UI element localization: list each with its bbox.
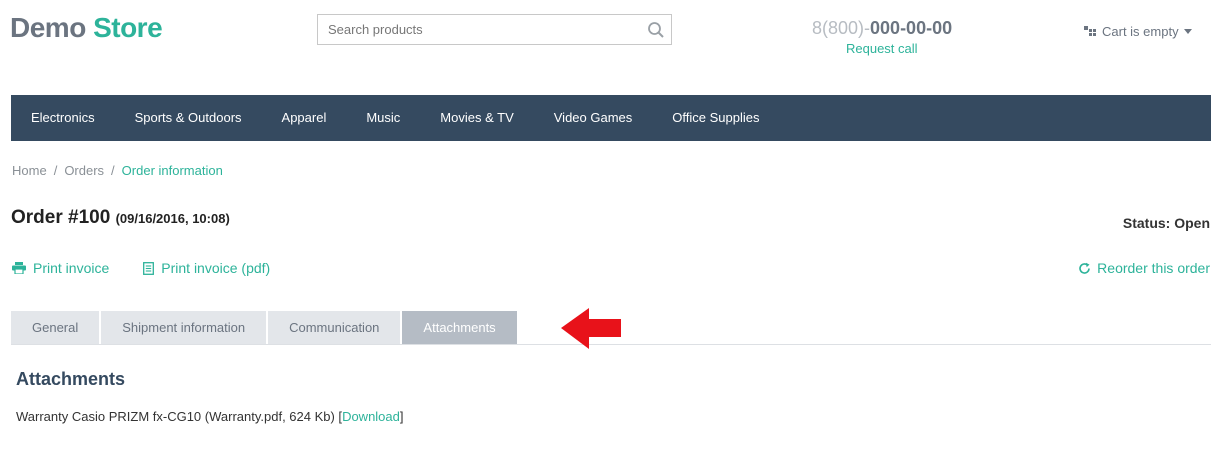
breadcrumb-separator: / [53,163,58,178]
printer-icon [12,262,26,274]
nav-item-electronics[interactable]: Electronics [11,95,115,141]
nav-item-movies-tv[interactable]: Movies & TV [420,95,533,141]
tab-shipment-information[interactable]: Shipment information [101,311,267,344]
cart-icon [1084,26,1096,36]
order-title: Order #100 (09/16/2016, 10:08) [11,207,230,229]
attachment-description: Warranty Casio PRIZM fx-CG10 (Warranty.p… [16,409,343,424]
logo-text-store: Store [93,12,163,43]
nav-item-apparel[interactable]: Apparel [262,95,347,141]
tab-general[interactable]: General [11,311,100,344]
breadcrumb-home[interactable]: Home [12,163,47,178]
phone-digits: 000-00-00 [870,18,953,38]
order-date: (09/16/2016, 10:08) [115,211,230,226]
reorder-link[interactable]: Reorder this order [1078,260,1210,276]
phone-number: 8(800)-000-00-00 [812,18,952,39]
search-box[interactable] [317,14,672,45]
breadcrumb-separator: / [111,163,115,178]
nav-item-video-games[interactable]: Video Games [534,95,653,141]
document-icon [143,261,155,275]
nav-item-music[interactable]: Music [346,95,420,141]
request-call-link[interactable]: Request call [846,41,918,56]
order-number: Order #100 [11,207,111,228]
annotation-arrow-icon [561,308,621,349]
print-invoice-link[interactable]: Print invoice [12,260,109,276]
print-invoice-pdf-label: Print invoice (pdf) [161,260,271,276]
breadcrumb: Home / Orders / Order information [12,163,223,178]
attachment-item: Warranty Casio PRIZM fx-CG10 (Warranty.p… [16,409,404,424]
order-status: Status: Open [1122,215,1210,231]
search-input[interactable] [318,15,648,44]
print-invoice-label: Print invoice [33,260,110,276]
attachments-heading: Attachments [16,369,126,389]
caret-down-icon [1183,28,1192,34]
order-actions: Print invoice Print invoice (pdf) [12,260,270,276]
cart-label: Cart is empty [1102,24,1179,39]
attachment-close-bracket: ] [399,409,404,424]
print-invoice-pdf-link[interactable]: Print invoice (pdf) [143,260,270,276]
tab-attachments[interactable]: Attachments [402,311,517,344]
reorder-label: Reorder this order [1097,260,1210,276]
nav-item-sports-outdoors[interactable]: Sports & Outdoors [115,95,262,141]
tab-communication[interactable]: Communication [268,311,401,344]
cart-dropdown[interactable]: Cart is empty [1084,24,1192,39]
main-nav: Electronics Sports & Outdoors Apparel Mu… [11,95,1211,141]
phone-prefix: 8(800)- [812,18,871,38]
store-logo[interactable]: Demo Store [10,12,163,44]
breadcrumb-orders[interactable]: Orders [64,163,104,178]
breadcrumb-current: Order information [121,163,223,178]
nav-item-office-supplies[interactable]: Office Supplies [652,95,779,141]
search-icon[interactable] [647,21,665,39]
refresh-icon [1079,262,1090,274]
download-link[interactable]: Download [342,409,400,424]
logo-text-demo: Demo [10,12,86,43]
